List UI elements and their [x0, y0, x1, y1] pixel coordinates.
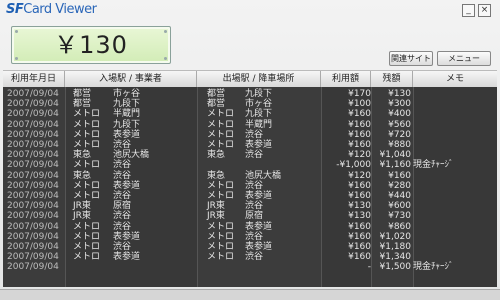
logo-prefix: SF — [6, 2, 24, 17]
minimize-button[interactable]: _ — [462, 4, 475, 17]
close-button[interactable]: × — [478, 4, 491, 17]
table-row[interactable]: 2007/09/04 - ¥1,500 現金ﾁｬｰｼﾞ — [3, 262, 497, 273]
header-exit[interactable]: 出場駅 / 降車場所 — [197, 71, 321, 87]
header-balance[interactable]: 残額 — [371, 71, 413, 87]
logo-title: Card Viewer — [23, 2, 97, 17]
header-entry[interactable]: 入場駅 / 事業者 — [65, 71, 197, 87]
cell-memo: 現金ﾁｬｰｼﾞ — [413, 262, 454, 273]
balance-display: ￥130 — [11, 26, 171, 64]
header-amount[interactable]: 利用額 — [321, 71, 371, 87]
app-logo: SFCard Viewer — [6, 2, 97, 17]
title-bar: SFCard Viewer _ × — [0, 0, 500, 22]
status-bar — [0, 289, 500, 300]
cell-balance: ¥1,500 — [379, 262, 412, 273]
cell-amount: - — [367, 262, 371, 273]
table-header: 利用年月日 入場駅 / 事業者 出場駅 / 降車場所 利用額 残額 メモ — [3, 70, 497, 88]
header-memo[interactable]: メモ — [413, 71, 497, 87]
menu-button[interactable]: メニュー — [437, 51, 491, 66]
related-sites-button[interactable]: 関連サイト — [389, 51, 433, 66]
cell-date: 2007/09/04 — [7, 262, 59, 273]
history-table: 2007/09/04 都営 市ヶ谷 都営 九段下 ¥170 ¥130 2007/09/04 都営… — [3, 87, 497, 287]
balance-value: ￥130 — [54, 31, 128, 59]
app-window: SFCard Viewer _ × ￥130 関連サイト メニュー 利用年月日 … — [0, 0, 500, 300]
header-date[interactable]: 利用年月日 — [3, 71, 65, 87]
